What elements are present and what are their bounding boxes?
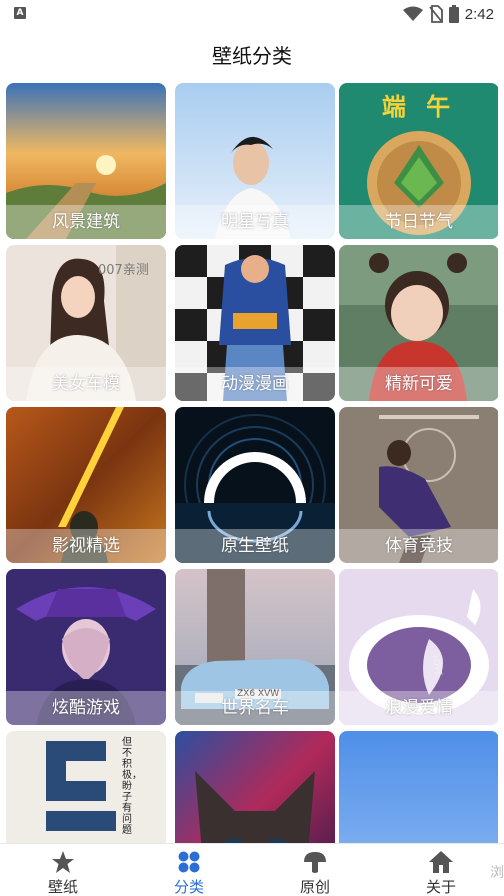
cat-photo — [175, 731, 335, 843]
status-icons: 2:42 — [402, 4, 494, 24]
category-tile-car[interactable]: ZX6 XVW 世界名车 — [175, 569, 335, 725]
category-label: 原生壁纸 — [175, 529, 335, 563]
category-tile-cat[interactable] — [175, 731, 335, 843]
category-tile-romance[interactable]: LOVE 浪漫爱情 — [339, 569, 498, 725]
category-tile-flower[interactable] — [339, 731, 498, 843]
battery-icon — [448, 5, 459, 23]
nav-item-category[interactable]: 分类 — [126, 844, 252, 896]
nav-label: 壁纸 — [47, 878, 78, 896]
category-tile-film[interactable]: 影视精选 — [6, 407, 166, 563]
flower-photo — [339, 731, 498, 843]
nav-label: 关于 — [425, 878, 456, 896]
notification-app-icon: A — [14, 7, 26, 19]
category-label: 节日节气 — [339, 205, 498, 239]
category-label: 明星写真 — [175, 205, 335, 239]
grid-icon — [178, 851, 200, 873]
mushroom-icon — [304, 852, 326, 873]
bottom-nav: 壁纸 分类 原创 关于 — [0, 843, 504, 896]
category-label: 浪漫爱情 — [339, 691, 498, 725]
category-label: 体育竞技 — [339, 529, 498, 563]
category-tile-cute[interactable]: 精新可爱 — [339, 245, 498, 401]
category-label: 风景建筑 — [6, 205, 166, 239]
wifi-icon — [402, 6, 423, 21]
text-art-photo — [6, 731, 166, 843]
category-tile-sports[interactable]: 体育竞技 — [339, 407, 498, 563]
category-tile-anime[interactable]: 动漫漫画 — [175, 245, 335, 401]
category-label: 动漫漫画 — [175, 367, 335, 401]
status-bar: A 2:42 — [0, 0, 504, 28]
category-tile-festival[interactable]: 端 午 节日节气 — [339, 83, 498, 239]
category-label: 世界名车 — [175, 691, 335, 725]
nav-label: 原创 — [299, 878, 330, 896]
category-grid: 风景建筑 明星写真 端 午 节日节气 007亲测 美女车模 动漫漫画 精新可爱 … — [6, 83, 498, 843]
category-tile-native[interactable]: 原生壁纸 — [175, 407, 335, 563]
nav-item-wallpaper[interactable]: 壁纸 — [0, 844, 126, 896]
category-tile-landscape[interactable]: 风景建筑 — [6, 83, 166, 239]
no-sim-icon — [429, 5, 443, 23]
category-label: 精新可爱 — [339, 367, 498, 401]
category-tile-text-art[interactable]: 但不积极，盼子有问题 — [6, 731, 166, 843]
edge-overflow-text: 浏 — [490, 865, 504, 881]
category-tile-game[interactable]: 炫酷游戏 — [6, 569, 166, 725]
home-icon — [429, 851, 453, 873]
star-icon — [52, 851, 74, 873]
category-label: 影视精选 — [6, 529, 166, 563]
category-tile-model[interactable]: 007亲测 美女车模 — [6, 245, 166, 401]
nav-label: 分类 — [173, 878, 204, 896]
category-label: 炫酷游戏 — [6, 691, 166, 725]
page-title: 壁纸分类 — [212, 44, 292, 68]
status-time: 2:42 — [464, 5, 494, 23]
nav-item-original[interactable]: 原创 — [252, 844, 378, 896]
category-label: 美女车模 — [6, 367, 166, 401]
category-tile-celebrity[interactable]: 明星写真 — [175, 83, 335, 239]
festival-art-text: 端 午 — [381, 93, 457, 121]
model-art-text: 007亲测 — [98, 263, 149, 278]
text-art-caption: 但不积极，盼子有问题 — [122, 737, 142, 836]
nav-item-about[interactable]: 关于 — [378, 844, 504, 896]
